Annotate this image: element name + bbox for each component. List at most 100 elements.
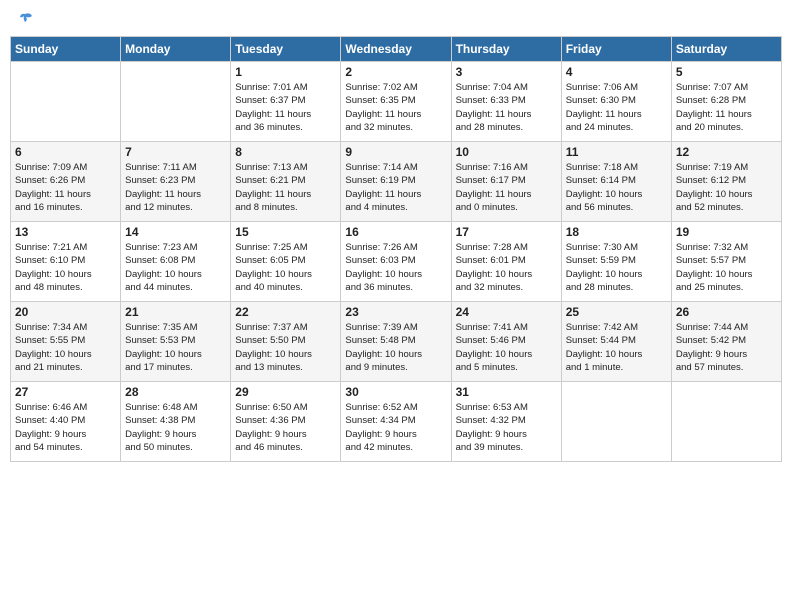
day-number: 25 bbox=[566, 305, 667, 319]
calendar-header-row: SundayMondayTuesdayWednesdayThursdayFrid… bbox=[11, 37, 782, 62]
week-row-0: 1Sunrise: 7:01 AM Sunset: 6:37 PM Daylig… bbox=[11, 62, 782, 142]
cell-content: Sunrise: 6:52 AM Sunset: 4:34 PM Dayligh… bbox=[345, 401, 446, 454]
calendar-cell: 24 Sunrise: 7:41 AM Sunset: 5:46 PM Dayli… bbox=[451, 302, 561, 382]
day-number: 19 bbox=[676, 225, 777, 239]
calendar-table: SundayMondayTuesdayWednesdayThursdayFrid… bbox=[10, 36, 782, 462]
calendar-cell: 28 Sunrise: 6:48 AM Sunset: 4:38 PM Dayli… bbox=[121, 382, 231, 462]
cell-content: Sunrise: 7:04 AM Sunset: 6:33 PM Dayligh… bbox=[456, 81, 557, 134]
day-number: 4 bbox=[566, 65, 667, 79]
cell-content: Sunrise: 7:37 AM Sunset: 5:50 PM Dayligh… bbox=[235, 321, 336, 374]
calendar-cell: 18 Sunrise: 7:30 AM Sunset: 5:59 PM Dayli… bbox=[561, 222, 671, 302]
cell-content: Sunrise: 7:06 AM Sunset: 6:30 PM Dayligh… bbox=[566, 81, 667, 134]
calendar-cell: 10 Sunrise: 7:16 AM Sunset: 6:17 PM Dayli… bbox=[451, 142, 561, 222]
day-number: 9 bbox=[345, 145, 446, 159]
week-row-2: 13 Sunrise: 7:21 AM Sunset: 6:10 PM Dayli… bbox=[11, 222, 782, 302]
cell-content: Sunrise: 6:46 AM Sunset: 4:40 PM Dayligh… bbox=[15, 401, 116, 454]
calendar-cell: 17 Sunrise: 7:28 AM Sunset: 6:01 PM Dayli… bbox=[451, 222, 561, 302]
cell-content: Sunrise: 7:16 AM Sunset: 6:17 PM Dayligh… bbox=[456, 161, 557, 214]
calendar-cell: 7Sunrise: 7:11 AM Sunset: 6:23 PM Daylig… bbox=[121, 142, 231, 222]
calendar-cell: 22 Sunrise: 7:37 AM Sunset: 5:50 PM Dayli… bbox=[231, 302, 341, 382]
day-number: 13 bbox=[15, 225, 116, 239]
calendar-cell: 20 Sunrise: 7:34 AM Sunset: 5:55 PM Dayli… bbox=[11, 302, 121, 382]
day-number: 27 bbox=[15, 385, 116, 399]
calendar-cell: 6 Sunrise: 7:09 AM Sunset: 6:26 PM Daylig… bbox=[11, 142, 121, 222]
cell-content: Sunrise: 7:07 AM Sunset: 6:28 PM Dayligh… bbox=[676, 81, 777, 134]
cell-content: Sunrise: 7:30 AM Sunset: 5:59 PM Dayligh… bbox=[566, 241, 667, 294]
calendar-cell bbox=[671, 382, 781, 462]
day-number: 14 bbox=[125, 225, 226, 239]
calendar-cell: 12 Sunrise: 7:19 AM Sunset: 6:12 PM Dayli… bbox=[671, 142, 781, 222]
cell-content: Sunrise: 7:26 AM Sunset: 6:03 PM Dayligh… bbox=[345, 241, 446, 294]
calendar-cell: 21 Sunrise: 7:35 AM Sunset: 5:53 PM Dayli… bbox=[121, 302, 231, 382]
day-number: 29 bbox=[235, 385, 336, 399]
cell-content: Sunrise: 7:09 AM Sunset: 6:26 PM Dayligh… bbox=[15, 161, 116, 214]
page-header bbox=[10, 10, 782, 32]
cell-content: Sunrise: 6:53 AM Sunset: 4:32 PM Dayligh… bbox=[456, 401, 557, 454]
day-number: 28 bbox=[125, 385, 226, 399]
day-number: 20 bbox=[15, 305, 116, 319]
calendar-cell: 29 Sunrise: 6:50 AM Sunset: 4:36 PM Dayli… bbox=[231, 382, 341, 462]
cell-content: Sunrise: 7:11 AM Sunset: 6:23 PM Dayligh… bbox=[125, 161, 226, 214]
week-row-1: 6 Sunrise: 7:09 AM Sunset: 6:26 PM Daylig… bbox=[11, 142, 782, 222]
day-number: 17 bbox=[456, 225, 557, 239]
calendar-cell: 30Sunrise: 6:52 AM Sunset: 4:34 PM Dayli… bbox=[341, 382, 451, 462]
day-number: 12 bbox=[676, 145, 777, 159]
day-number: 5 bbox=[676, 65, 777, 79]
calendar-cell: 13 Sunrise: 7:21 AM Sunset: 6:10 PM Dayli… bbox=[11, 222, 121, 302]
day-number: 21 bbox=[125, 305, 226, 319]
calendar-cell: 15 Sunrise: 7:25 AM Sunset: 6:05 PM Dayli… bbox=[231, 222, 341, 302]
calendar-cell: 9 Sunrise: 7:14 AM Sunset: 6:19 PM Daylig… bbox=[341, 142, 451, 222]
cell-content: Sunrise: 7:35 AM Sunset: 5:53 PM Dayligh… bbox=[125, 321, 226, 374]
calendar-cell: 14 Sunrise: 7:23 AM Sunset: 6:08 PM Dayli… bbox=[121, 222, 231, 302]
day-number: 23 bbox=[345, 305, 446, 319]
day-number: 10 bbox=[456, 145, 557, 159]
calendar-cell bbox=[121, 62, 231, 142]
header-tuesday: Tuesday bbox=[231, 37, 341, 62]
cell-content: Sunrise: 7:34 AM Sunset: 5:55 PM Dayligh… bbox=[15, 321, 116, 374]
day-number: 1 bbox=[235, 65, 336, 79]
cell-content: Sunrise: 7:44 AM Sunset: 5:42 PM Dayligh… bbox=[676, 321, 777, 374]
day-number: 6 bbox=[15, 145, 116, 159]
calendar-cell: 26Sunrise: 7:44 AM Sunset: 5:42 PM Dayli… bbox=[671, 302, 781, 382]
calendar-cell: 5 Sunrise: 7:07 AM Sunset: 6:28 PM Daylig… bbox=[671, 62, 781, 142]
day-number: 24 bbox=[456, 305, 557, 319]
calendar-cell: 31Sunrise: 6:53 AM Sunset: 4:32 PM Dayli… bbox=[451, 382, 561, 462]
day-number: 8 bbox=[235, 145, 336, 159]
calendar-cell: 19Sunrise: 7:32 AM Sunset: 5:57 PM Dayli… bbox=[671, 222, 781, 302]
cell-content: Sunrise: 7:13 AM Sunset: 6:21 PM Dayligh… bbox=[235, 161, 336, 214]
cell-content: Sunrise: 7:18 AM Sunset: 6:14 PM Dayligh… bbox=[566, 161, 667, 214]
calendar-cell: 1Sunrise: 7:01 AM Sunset: 6:37 PM Daylig… bbox=[231, 62, 341, 142]
week-row-3: 20 Sunrise: 7:34 AM Sunset: 5:55 PM Dayli… bbox=[11, 302, 782, 382]
calendar-cell: 3 Sunrise: 7:04 AM Sunset: 6:33 PM Daylig… bbox=[451, 62, 561, 142]
cell-content: Sunrise: 7:21 AM Sunset: 6:10 PM Dayligh… bbox=[15, 241, 116, 294]
day-number: 15 bbox=[235, 225, 336, 239]
day-number: 3 bbox=[456, 65, 557, 79]
calendar-cell: 8 Sunrise: 7:13 AM Sunset: 6:21 PM Daylig… bbox=[231, 142, 341, 222]
logo bbox=[10, 10, 36, 32]
cell-content: Sunrise: 7:25 AM Sunset: 6:05 PM Dayligh… bbox=[235, 241, 336, 294]
day-number: 18 bbox=[566, 225, 667, 239]
calendar-cell: 4 Sunrise: 7:06 AM Sunset: 6:30 PM Daylig… bbox=[561, 62, 671, 142]
calendar-cell bbox=[561, 382, 671, 462]
cell-content: Sunrise: 6:48 AM Sunset: 4:38 PM Dayligh… bbox=[125, 401, 226, 454]
cell-content: Sunrise: 7:28 AM Sunset: 6:01 PM Dayligh… bbox=[456, 241, 557, 294]
cell-content: Sunrise: 7:39 AM Sunset: 5:48 PM Dayligh… bbox=[345, 321, 446, 374]
header-sunday: Sunday bbox=[11, 37, 121, 62]
cell-content: Sunrise: 7:19 AM Sunset: 6:12 PM Dayligh… bbox=[676, 161, 777, 214]
cell-content: Sunrise: 7:02 AM Sunset: 6:35 PM Dayligh… bbox=[345, 81, 446, 134]
day-number: 22 bbox=[235, 305, 336, 319]
cell-content: Sunrise: 7:23 AM Sunset: 6:08 PM Dayligh… bbox=[125, 241, 226, 294]
calendar-cell: 23 Sunrise: 7:39 AM Sunset: 5:48 PM Dayli… bbox=[341, 302, 451, 382]
day-number: 11 bbox=[566, 145, 667, 159]
cell-content: Sunrise: 7:14 AM Sunset: 6:19 PM Dayligh… bbox=[345, 161, 446, 214]
logo-bird-icon bbox=[14, 10, 36, 32]
day-number: 2 bbox=[345, 65, 446, 79]
calendar-cell bbox=[11, 62, 121, 142]
cell-content: Sunrise: 7:41 AM Sunset: 5:46 PM Dayligh… bbox=[456, 321, 557, 374]
cell-content: Sunrise: 6:50 AM Sunset: 4:36 PM Dayligh… bbox=[235, 401, 336, 454]
calendar-cell: 2 Sunrise: 7:02 AM Sunset: 6:35 PM Daylig… bbox=[341, 62, 451, 142]
week-row-4: 27 Sunrise: 6:46 AM Sunset: 4:40 PM Dayli… bbox=[11, 382, 782, 462]
day-number: 16 bbox=[345, 225, 446, 239]
header-friday: Friday bbox=[561, 37, 671, 62]
header-monday: Monday bbox=[121, 37, 231, 62]
